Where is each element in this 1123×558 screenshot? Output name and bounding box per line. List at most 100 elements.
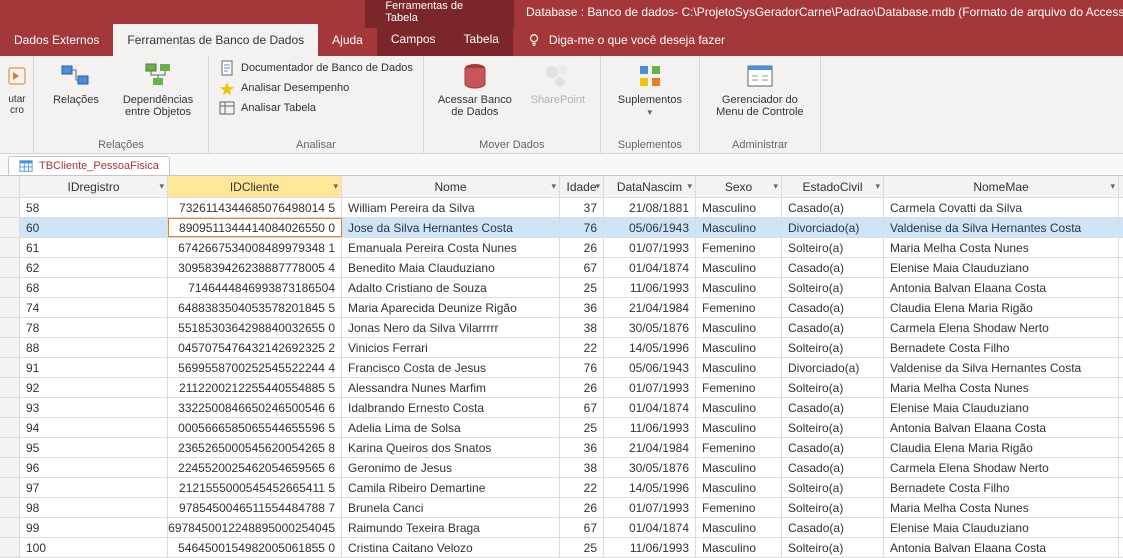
cell-sexo[interactable]: Masculino xyxy=(696,358,782,377)
cell-idade[interactable]: 36 xyxy=(560,298,604,317)
table-row[interactable]: 915699558700252545522244 4Francisco Cost… xyxy=(0,358,1123,378)
chevron-down-icon[interactable]: ▾ xyxy=(595,181,600,192)
cell-idcliente[interactable]: 2245520025462054659565 6 xyxy=(168,458,342,477)
cell-nome[interactable]: Vinicios Ferrari xyxy=(342,338,560,357)
cell-idcliente[interactable]: 8909511344414084026550 0 xyxy=(168,218,342,237)
document-tab[interactable]: TBCliente_PessoaFisica xyxy=(8,156,170,175)
row-selector[interactable] xyxy=(0,538,20,557)
row-selector[interactable] xyxy=(0,218,20,237)
cell-datanascim[interactable]: 14/05/1996 xyxy=(604,338,696,357)
documentador-button[interactable]: Documentador de Banco de Dados xyxy=(219,60,413,76)
row-selector[interactable] xyxy=(0,358,20,377)
cell-idregistro[interactable]: 97 xyxy=(20,478,168,497)
cell-estadocivil[interactable]: Solteiro(a) xyxy=(782,238,884,257)
col-idregistro[interactable]: IDregistro▾ xyxy=(20,176,168,197)
acessar-bd-button[interactable]: Acessar Banco de Dados xyxy=(434,60,516,118)
cell-nome[interactable]: Brunela Canci xyxy=(342,498,560,517)
cell-nomemae[interactable]: Bernadete Costa Filho xyxy=(884,478,1119,497)
cell-idregistro[interactable]: 93 xyxy=(20,398,168,417)
gerenciador-button[interactable]: Gerenciador do Menu de Controle xyxy=(710,60,810,118)
cell-idregistro[interactable]: 94 xyxy=(20,418,168,437)
table-row[interactable]: 746488383504053578201845 5Maria Aparecid… xyxy=(0,298,1123,318)
cell-nome[interactable]: Karina Queiros dos Snatos xyxy=(342,438,560,457)
cell-idade[interactable]: 25 xyxy=(560,278,604,297)
cell-idregistro[interactable]: 98 xyxy=(20,498,168,517)
cell-estadocivil[interactable]: Casado(a) xyxy=(782,298,884,317)
cell-datanascim[interactable]: 05/06/1943 xyxy=(604,218,696,237)
cell-nomemae[interactable]: Maria Melha Costa Nunes xyxy=(884,378,1119,397)
cell-nome[interactable]: William Pereira da Silva xyxy=(342,198,560,217)
cell-nome[interactable]: Alessandra Nunes Marfim xyxy=(342,378,560,397)
cell-estadocivil[interactable]: Solteiro(a) xyxy=(782,498,884,517)
cell-idade[interactable]: 25 xyxy=(560,418,604,437)
cell-nomemae[interactable]: Carmela Elena Shodaw Nerto xyxy=(884,458,1119,477)
cell-estadocivil[interactable]: Casado(a) xyxy=(782,398,884,417)
cell-idcliente[interactable]: 3322500846650246500546 6 xyxy=(168,398,342,417)
cell-nomemae[interactable]: Antonia Balvan Elaana Costa xyxy=(884,278,1119,297)
cell-nome[interactable]: Geronimo de Jesus xyxy=(342,458,560,477)
cell-idcliente[interactable]: 6742667534008489979348 1 xyxy=(168,238,342,257)
analisar-tabela-button[interactable]: Analisar Tabela xyxy=(219,100,413,116)
cell-nome[interactable]: Emanuala Pereira Costa Nunes xyxy=(342,238,560,257)
cell-estadocivil[interactable]: Divorciado(a) xyxy=(782,358,884,377)
table-row[interactable]: 587326114344685076498014 5William Pereir… xyxy=(0,198,1123,218)
cell-datanascim[interactable]: 30/05/1876 xyxy=(604,318,696,337)
cell-idregistro[interactable]: 95 xyxy=(20,438,168,457)
tell-me-search[interactable]: Diga-me o que você deseja fazer xyxy=(513,24,739,56)
cell-estadocivil[interactable]: Casado(a) xyxy=(782,198,884,217)
cell-idcliente[interactable]: 9785450046511554484788 7 xyxy=(168,498,342,517)
cell-datanascim[interactable]: 01/04/1874 xyxy=(604,518,696,537)
cell-nomemae[interactable]: Bernadete Costa Filho xyxy=(884,338,1119,357)
cell-nomemae[interactable]: Antonia Balvan Elaana Costa xyxy=(884,418,1119,437)
row-selector[interactable] xyxy=(0,518,20,537)
table-row[interactable]: 785518530364298840032655 0Jonas Nero da … xyxy=(0,318,1123,338)
cell-idregistro[interactable]: 96 xyxy=(20,458,168,477)
cell-estadocivil[interactable]: Solteiro(a) xyxy=(782,338,884,357)
cell-idregistro[interactable]: 74 xyxy=(20,298,168,317)
cell-sexo[interactable]: Masculino xyxy=(696,198,782,217)
row-selector[interactable] xyxy=(0,338,20,357)
cell-idade[interactable]: 26 xyxy=(560,238,604,257)
row-selector[interactable] xyxy=(0,498,20,517)
table-row[interactable]: 880457075476432142692325 2Vinicios Ferra… xyxy=(0,338,1123,358)
cell-idregistro[interactable]: 78 xyxy=(20,318,168,337)
table-row[interactable]: 996978450012248895000254045Raimundo Texe… xyxy=(0,518,1123,538)
cell-nomemae[interactable]: Carmela Elena Shodaw Nerto xyxy=(884,318,1119,337)
col-estadocivil[interactable]: EstadoCivil▾ xyxy=(782,176,884,197)
cell-sexo[interactable]: Masculino xyxy=(696,258,782,277)
cell-idcliente[interactable]: 6488383504053578201845 5 xyxy=(168,298,342,317)
cell-datanascim[interactable]: 11/06/1993 xyxy=(604,278,696,297)
cell-sexo[interactable]: Femenino xyxy=(696,378,782,397)
cell-idade[interactable]: 38 xyxy=(560,458,604,477)
chevron-down-icon[interactable]: ▾ xyxy=(1110,181,1115,192)
cell-estadocivil[interactable]: Solteiro(a) xyxy=(782,418,884,437)
cell-idregistro[interactable]: 62 xyxy=(20,258,168,277)
cell-idregistro[interactable]: 58 xyxy=(20,198,168,217)
chevron-down-icon[interactable]: ▾ xyxy=(333,181,338,192)
table-row[interactable]: 989785450046511554484788 7Brunela Canci2… xyxy=(0,498,1123,518)
datasheet-grid[interactable]: IDregistro▾ IDCliente▾ Nome▾ Idade▾ Data… xyxy=(0,176,1123,558)
cell-nome[interactable]: Cristina Caitano Velozo xyxy=(342,538,560,557)
tab-dados-externos[interactable]: Dados Externos xyxy=(0,24,113,56)
cell-datanascim[interactable]: 01/07/1993 xyxy=(604,378,696,397)
executar-macro-button[interactable]: utar cro xyxy=(2,60,32,116)
cell-idcliente[interactable]: 5464500154982005061855 0 xyxy=(168,538,342,557)
cell-nomemae[interactable]: Elenise Maia Clauduziano xyxy=(884,518,1119,537)
cell-idregistro[interactable]: 60 xyxy=(20,218,168,237)
table-row[interactable]: 687146444846993873186504Adalto Cristiano… xyxy=(0,278,1123,298)
cell-idregistro[interactable]: 91 xyxy=(20,358,168,377)
cell-sexo[interactable]: Masculino xyxy=(696,418,782,437)
cell-nome[interactable]: Maria Aparecida Deunize Rigão xyxy=(342,298,560,317)
table-row[interactable]: 952365265000545620054265 8Karina Queiros… xyxy=(0,438,1123,458)
cell-idade[interactable]: 26 xyxy=(560,498,604,517)
cell-idade[interactable]: 22 xyxy=(560,478,604,497)
cell-sexo[interactable]: Masculino xyxy=(696,318,782,337)
cell-datanascim[interactable]: 30/05/1876 xyxy=(604,458,696,477)
cell-idade[interactable]: 38 xyxy=(560,318,604,337)
cell-sexo[interactable]: Masculino xyxy=(696,278,782,297)
cell-idregistro[interactable]: 68 xyxy=(20,278,168,297)
cell-sexo[interactable]: Femenino xyxy=(696,298,782,317)
cell-sexo[interactable]: Masculino xyxy=(696,338,782,357)
cell-idade[interactable]: 67 xyxy=(560,258,604,277)
cell-nomemae[interactable]: Valdenise da Silva Hernantes Costa xyxy=(884,358,1119,377)
